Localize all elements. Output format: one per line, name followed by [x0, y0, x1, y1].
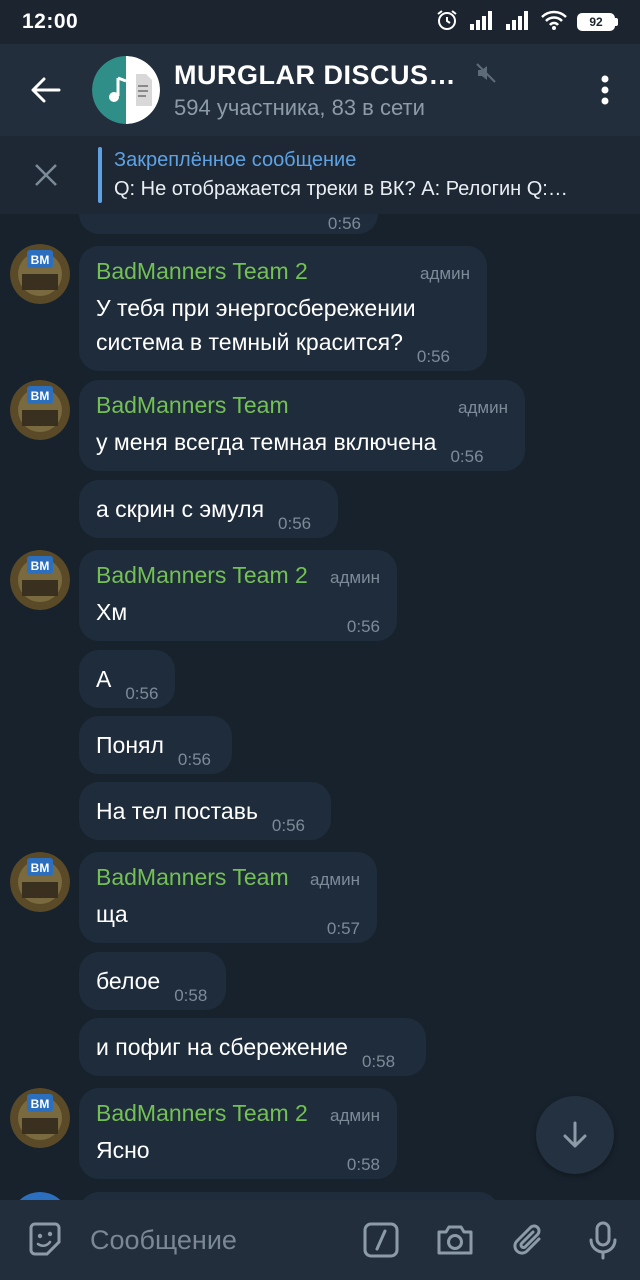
slash-command-icon [363, 1222, 399, 1258]
svg-text:BM: BM [31, 861, 50, 875]
chat-subtitle: 594 участника, 83 в сети [174, 94, 425, 120]
message-time: 0:56 [271, 816, 306, 835]
message-bubble[interactable]: BadManners Team 2 админ Ясно 0:58 [79, 1088, 397, 1179]
attach-button[interactable] [492, 1200, 566, 1280]
camera-button[interactable] [418, 1200, 492, 1280]
message-bubble[interactable]: Понял 0:56 [79, 716, 232, 774]
svg-text:BM: BM [31, 389, 50, 403]
role-badge: админ [310, 870, 360, 889]
arrow-down-icon [563, 1121, 587, 1148]
message-bubble[interactable]: BadManners Team админ у меня всегда темна… [79, 380, 525, 471]
message-text: Хм [96, 599, 128, 625]
avatar[interactable]: BM [10, 380, 70, 440]
alarm-icon [435, 8, 459, 37]
message-text: ща [96, 901, 128, 927]
message-text: у меня всегда темная включена [96, 429, 437, 455]
avatar[interactable]: BM [10, 852, 70, 912]
scroll-down-button[interactable] [536, 1096, 614, 1174]
status-bar: 12:00 92 [0, 0, 640, 44]
message-text: Ясно [96, 1137, 150, 1163]
svg-text:BM: BM [31, 559, 50, 573]
message-list[interactable]: 0:56 BM BadManners Team 2 админ У тебя пр… [0, 214, 640, 1200]
message-time: 0:56 [278, 514, 312, 533]
message-text: Понял [96, 732, 164, 758]
message-input[interactable]: Сообщение [90, 1225, 344, 1256]
message-time: 0:56 [327, 214, 361, 233]
emoji-sticker-button[interactable] [0, 1200, 90, 1280]
message-text: система в темный красится? [96, 329, 403, 355]
muted-icon [474, 61, 498, 90]
camera-icon [437, 1225, 473, 1255]
message-time: 0:56 [346, 617, 380, 636]
message-text: белое [96, 968, 161, 994]
message-time: 0:56 [177, 750, 211, 769]
sender-name[interactable]: BadManners Team [96, 392, 289, 419]
message-bubble[interactable]: белое 0:58 [79, 952, 226, 1010]
svg-text:BM: BM [31, 253, 50, 267]
message-time: 0:56 [416, 347, 450, 366]
signal-icon-2 [505, 10, 531, 35]
message-time: 0:58 [361, 1052, 396, 1071]
avatar[interactable] [10, 1192, 70, 1200]
message-text: и пофиг на сбережение [96, 1034, 348, 1060]
message-bubble[interactable]: BadManners Team админ ща 0:57 [79, 852, 377, 943]
message-bubble[interactable]: и пофиг на сбережение 0:58 [79, 1018, 426, 1076]
message-time: 0:58 [346, 1155, 380, 1174]
paperclip-icon [513, 1224, 541, 1255]
battery-level: 92 [577, 13, 615, 31]
svg-text:BM: BM [31, 1097, 50, 1111]
message-text: У тебя при энергосбережении [96, 295, 416, 321]
chat-title[interactable]: MURGLAR DISCUSS… [174, 60, 464, 91]
role-badge: админ [330, 1106, 380, 1125]
sticker-icon [29, 1222, 61, 1256]
chat-header: MURGLAR DISCUSS… 594 участника, 83 в сет… [0, 44, 640, 136]
message-bubble[interactable]: На тел поставь 0:56 [79, 782, 331, 840]
sender-name[interactable]: BadManners Team 2 [96, 258, 308, 285]
chat-avatar[interactable] [92, 56, 160, 124]
message-time: 0:56 [450, 447, 484, 466]
pinned-accent-bar [98, 147, 102, 203]
battery-icon: 92 [577, 13, 618, 31]
message-bubble[interactable]: а скрин с эмуля 0:56 [79, 480, 338, 538]
message-composer: Сообщение [0, 1200, 640, 1280]
avatar[interactable]: BM [10, 244, 70, 304]
message-text: А [96, 666, 112, 692]
message-text: а скрин с эмуля [96, 496, 265, 522]
back-button[interactable] [0, 44, 92, 136]
status-time: 12:00 [22, 10, 79, 33]
signal-icon [469, 10, 495, 35]
sender-name[interactable]: BadManners Team [96, 864, 289, 891]
voice-record-button[interactable] [566, 1200, 640, 1280]
arrow-left-icon [31, 77, 61, 103]
message-time: 0:56 [125, 684, 159, 703]
sender-name[interactable]: BadManners Team 2 [96, 1100, 308, 1127]
role-badge: админ [420, 264, 470, 283]
pinned-text: Q: Не отображается треки в ВК? A: Релоги… [114, 178, 568, 200]
role-badge: админ [458, 398, 508, 417]
more-vertical-icon [601, 75, 609, 105]
sender-name[interactable]: BadManners Team 2 [96, 562, 308, 589]
message-time: 0:58 [174, 986, 208, 1005]
role-badge: админ [330, 568, 380, 587]
message-text: На тел поставь [96, 798, 258, 824]
message-bubble[interactable] [79, 1192, 499, 1200]
message-bubble[interactable]: BadManners Team 2 админ У тебя при энерго… [79, 246, 487, 371]
message-bubble[interactable]: 0:56 [79, 214, 378, 234]
close-icon [35, 164, 57, 186]
close-pinned-button[interactable] [0, 136, 92, 214]
more-menu-button[interactable] [570, 44, 640, 136]
message-bubble[interactable]: А 0:56 [79, 650, 175, 708]
bot-commands-button[interactable] [344, 1200, 418, 1280]
avatar[interactable]: BM [10, 550, 70, 610]
microphone-icon [589, 1221, 617, 1260]
avatar[interactable]: BM [10, 1088, 70, 1148]
pinned-title: Закреплённое сообщение [114, 149, 357, 171]
pinned-message-bar[interactable]: Закреплённое сообщение Q: Не отображаетс… [0, 136, 640, 214]
message-bubble[interactable]: BadManners Team 2 админ Хм 0:56 [79, 550, 397, 641]
wifi-icon [541, 9, 567, 36]
message-time: 0:57 [326, 919, 360, 938]
